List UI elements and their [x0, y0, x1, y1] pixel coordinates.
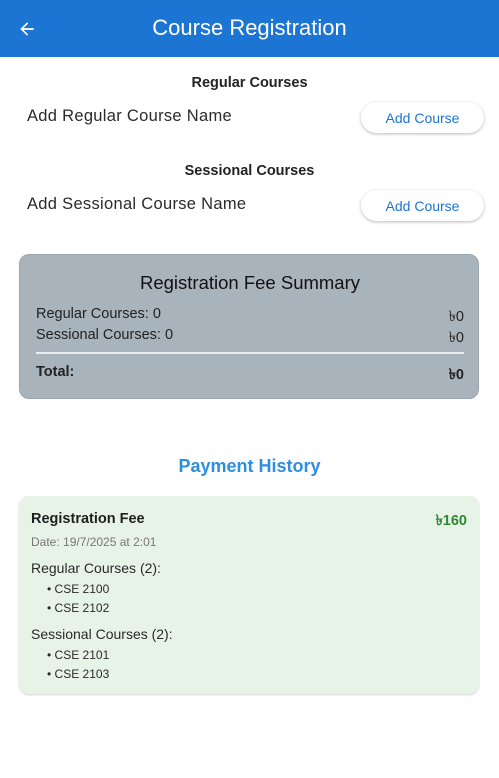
payment-amount: ৳160 [435, 513, 467, 529]
add-regular-course-button[interactable]: Add Course [361, 102, 484, 133]
list-item: • CSE 2102 [47, 601, 110, 615]
fee-divider [36, 352, 464, 354]
payment-history-card: Registration Fee ৳160 Date: 19/7/2025 at… [19, 496, 479, 694]
list-item: • CSE 2101 [47, 648, 110, 662]
fee-row-total: Total: ৳0 [36, 364, 464, 388]
app-bar: Course Registration [0, 0, 499, 57]
regular-course-input[interactable]: Add Regular Course Name [27, 107, 232, 126]
payment-title: Registration Fee [31, 511, 145, 527]
fee-total-label: Total: [36, 364, 75, 380]
list-item: • CSE 2103 [47, 667, 110, 681]
payment-date: Date: 19/7/2025 at 2:01 [31, 535, 157, 549]
regular-courses-heading: Regular Courses [191, 75, 308, 91]
fee-total-amount: ৳0 [448, 367, 464, 383]
sessional-courses-heading: Sessional Courses [184, 163, 315, 179]
page-title: Course Registration [152, 15, 347, 40]
payment-regular-header: Regular Courses (2): [31, 560, 161, 576]
payment-history-title: Payment History [178, 456, 321, 476]
fee-sessional-amount: ৳0 [448, 330, 464, 346]
fee-row-sessional: Sessional Courses: 0 ৳0 [36, 327, 464, 351]
sessional-course-input[interactable]: Add Sessional Course Name [27, 195, 246, 214]
payment-sessional-header: Sessional Courses (2): [31, 626, 173, 642]
fee-summary-card: Registration Fee Summary Regular Courses… [19, 254, 479, 399]
fee-summary-title: Registration Fee Summary [139, 272, 361, 293]
fee-sessional-label: Sessional Courses: 0 [36, 327, 174, 343]
add-sessional-course-button[interactable]: Add Course [361, 190, 484, 221]
list-item: • CSE 2100 [47, 582, 110, 596]
